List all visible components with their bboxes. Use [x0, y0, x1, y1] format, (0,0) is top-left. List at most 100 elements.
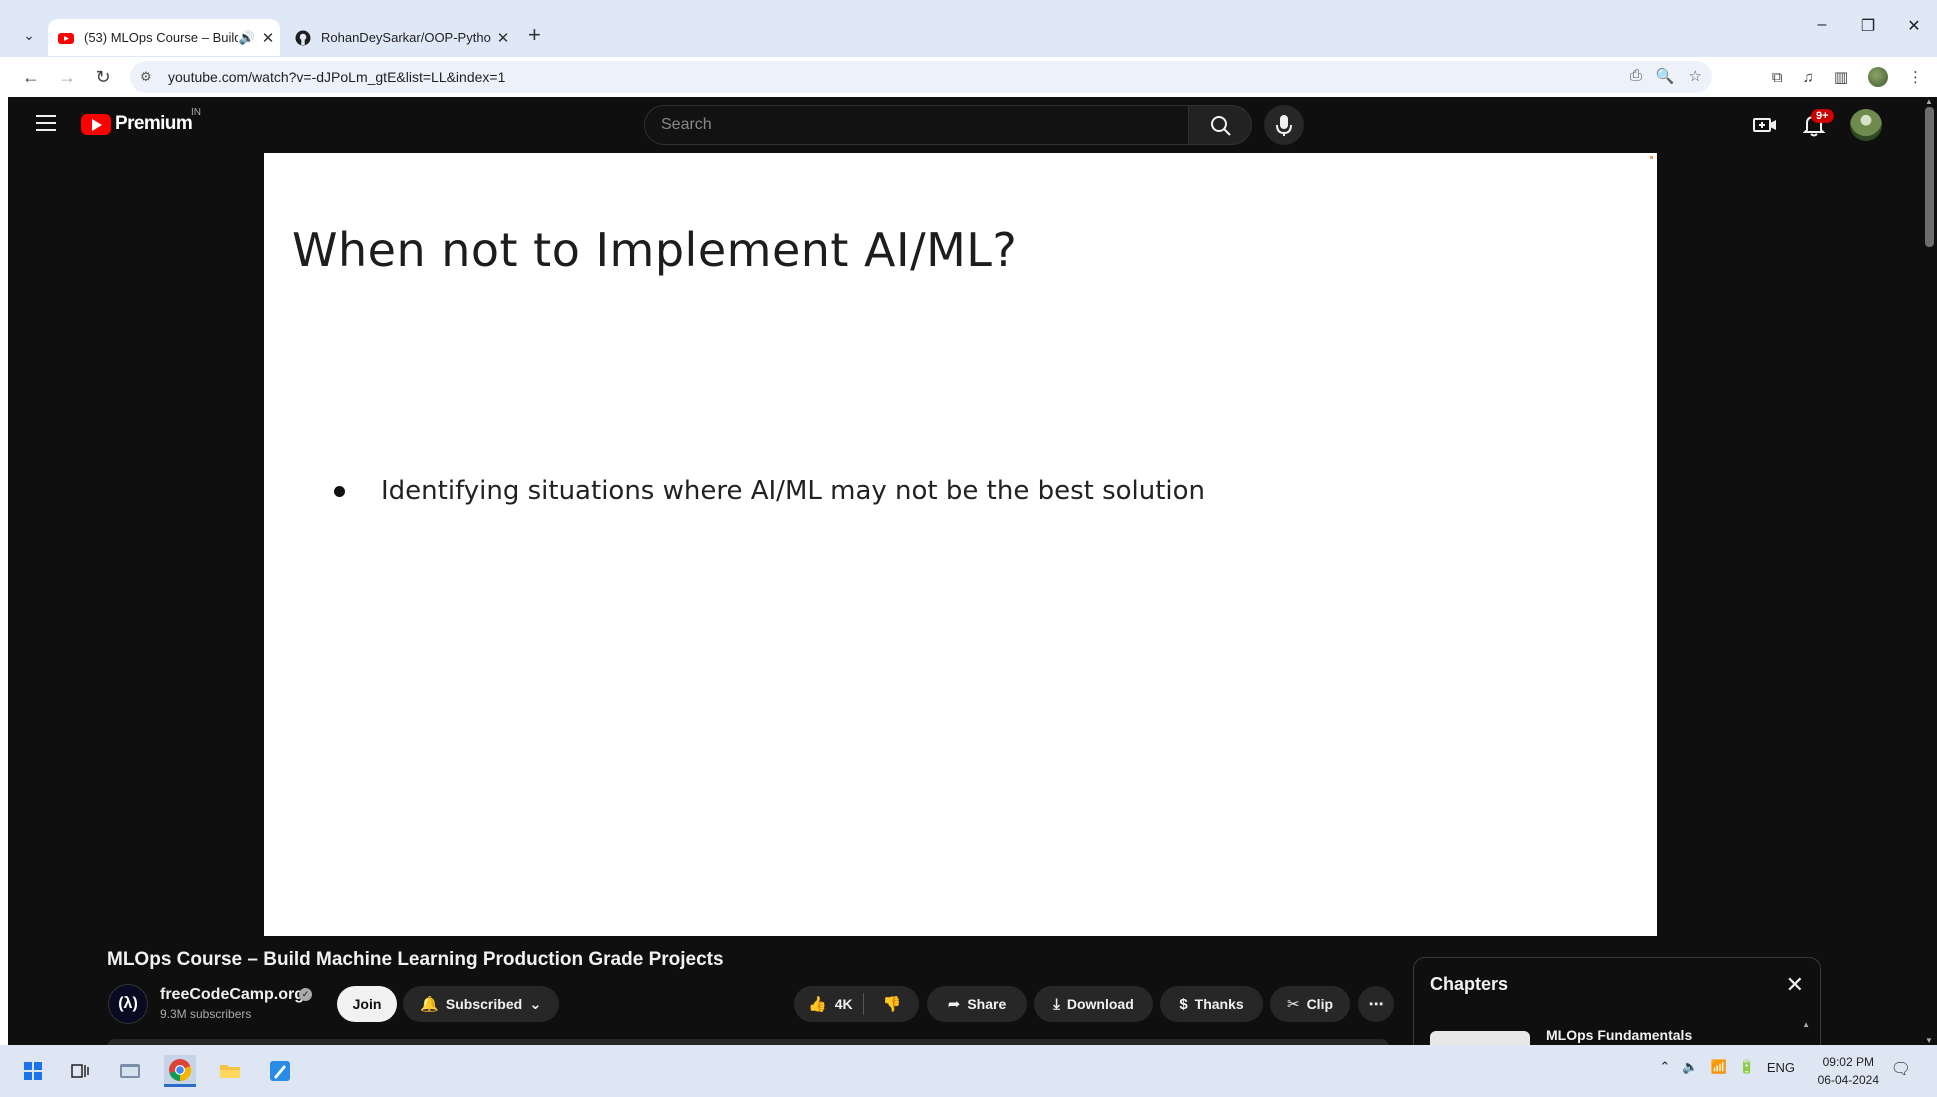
profile-avatar[interactable]: [1868, 67, 1888, 87]
dislike-button[interactable]: 👎: [871, 995, 902, 1013]
youtube-logo[interactable]: Premium IN: [81, 107, 201, 135]
share-button[interactable]: ➦ Share: [927, 986, 1027, 1022]
youtube-play-logo-icon: [81, 113, 111, 135]
slide-bullet: Identifying situations where AI/ML may n…: [334, 476, 1205, 506]
download-button[interactable]: ⤓ Download: [1034, 986, 1153, 1022]
app-window-icon: [120, 1064, 140, 1078]
verified-check-icon: ✓: [299, 988, 312, 1001]
restore-icon[interactable]: ❐: [1845, 16, 1891, 36]
taskbar-app-file-explorer[interactable]: [214, 1055, 246, 1087]
more-horizontal-icon: ⋯: [1368, 996, 1384, 1013]
site-info-icon[interactable]: ⚙: [140, 69, 160, 85]
channel-name[interactable]: freeCodeCamp.org: [160, 986, 304, 1004]
youtube-masthead: Premium IN 9+: [8, 97, 1921, 153]
like-dislike-group: 👍 4K 👎: [794, 986, 919, 1022]
tab-search-chevron-icon[interactable]: ⌄: [18, 24, 40, 46]
subscriber-count: 9.3M subscribers: [160, 1007, 252, 1021]
thumbs-up-icon: 👍: [808, 996, 827, 1013]
tab-title: RohanDeySarkar/OOP-Python: [321, 30, 491, 45]
window-controls: – ❐ ✕: [1799, 16, 1937, 36]
media-controls-icon[interactable]: ♫: [1803, 69, 1814, 86]
taskbar-app-explorer-pinned[interactable]: [114, 1055, 146, 1087]
browser-tab-strip: ⌄ (53) MLOps Course – Build 🔊 ✕ RohanDey…: [0, 0, 1937, 57]
search-button[interactable]: [1188, 105, 1252, 145]
youtube-favicon-icon: [58, 32, 74, 44]
zoom-icon[interactable]: 🔍: [1656, 67, 1675, 85]
new-tab-plus-icon[interactable]: +: [528, 24, 541, 46]
forward-arrow-icon[interactable]: →: [55, 65, 79, 89]
video-camera-plus-icon: [1753, 118, 1776, 132]
chapters-panel: Chapters ✕ ▲ MLOps Fundamentals: [1413, 957, 1821, 1045]
voice-search-button[interactable]: [1264, 105, 1304, 145]
scroll-down-arrow-icon[interactable]: ▼: [1925, 1036, 1933, 1045]
github-favicon-icon: [295, 30, 311, 45]
taskbar-app-paint[interactable]: [264, 1055, 296, 1087]
task-view-button[interactable]: [64, 1055, 96, 1087]
youtube-page: Premium IN 9+ When not to Implement AI/M…: [8, 97, 1937, 1045]
share-arrow-icon: ➦: [947, 996, 961, 1013]
reload-icon[interactable]: ↻: [91, 65, 115, 89]
close-icon[interactable]: ✕: [491, 29, 515, 47]
language-indicator[interactable]: ENG: [1767, 1060, 1795, 1075]
account-avatar[interactable]: [1850, 109, 1882, 141]
scrollbar-thumb[interactable]: [1925, 107, 1934, 247]
close-icon[interactable]: ✕: [256, 29, 280, 47]
tab-github[interactable]: RohanDeySarkar/OOP-Python ✕: [285, 19, 515, 56]
audio-playing-icon[interactable]: 🔊: [238, 30, 256, 46]
windows-logo-icon: [24, 1062, 42, 1080]
kebab-menu-icon[interactable]: ⋮: [1908, 68, 1923, 86]
clip-button[interactable]: ✂ Clip: [1270, 986, 1350, 1022]
page-scrollbar[interactable]: ▲ ▼: [1921, 97, 1937, 1045]
clip-label: Clip: [1306, 996, 1334, 1012]
microphone-icon: [1276, 115, 1292, 136]
join-label: Join: [352, 996, 382, 1012]
start-button[interactable]: [17, 1055, 49, 1087]
bell-icon: 🔔: [420, 996, 439, 1013]
volume-icon[interactable]: 🔈: [1682, 1059, 1698, 1075]
chevron-down-icon: ⌄: [529, 996, 542, 1013]
scroll-up-arrow-icon[interactable]: ▲: [1925, 97, 1933, 106]
windows-taskbar: ⌃ 🔈 📶 🔋 ENG 09:02 PM 06-04-2024 🗨: [0, 1045, 1937, 1097]
search-icon: [1211, 116, 1231, 136]
like-count: 4K: [834, 996, 853, 1012]
video-player[interactable]: When not to Implement AI/ML? Identifying…: [264, 153, 1657, 936]
scroll-up-arrow-icon[interactable]: ▲: [1802, 1020, 1810, 1029]
battery-icon[interactable]: 🔋: [1739, 1059, 1755, 1075]
more-actions-button[interactable]: ⋯: [1358, 986, 1394, 1022]
chapter-title[interactable]: MLOps Fundamentals: [1546, 1027, 1692, 1043]
download-label: Download: [1066, 996, 1134, 1012]
channel-avatar[interactable]: (λ): [108, 984, 148, 1024]
hamburger-menu-icon[interactable]: [36, 115, 56, 131]
action-center-icon[interactable]: 🗨: [1891, 1059, 1911, 1079]
tab-youtube[interactable]: (53) MLOps Course – Build 🔊 ✕: [48, 19, 280, 56]
logo-country-code: IN: [191, 107, 201, 118]
install-app-icon[interactable]: ⎙: [1630, 67, 1642, 85]
close-icon[interactable]: ✕: [1786, 972, 1804, 998]
side-panel-icon[interactable]: ▥: [1834, 68, 1848, 86]
search-input[interactable]: [645, 106, 1188, 144]
minimize-icon[interactable]: –: [1799, 16, 1845, 36]
task-view-icon: [71, 1064, 89, 1078]
thanks-button[interactable]: $ Thanks: [1160, 986, 1263, 1022]
thumbs-down-icon: 👎: [882, 996, 902, 1013]
wifi-icon[interactable]: 📶: [1710, 1059, 1726, 1075]
join-button[interactable]: Join: [337, 986, 397, 1022]
search-box[interactable]: [644, 105, 1189, 145]
back-arrow-icon[interactable]: ←: [19, 65, 43, 89]
create-video-button[interactable]: [1752, 112, 1778, 138]
address-bar[interactable]: ⚙ youtube.com/watch?v=-dJPoLm_gtE&list=L…: [130, 61, 1712, 93]
chevron-up-icon[interactable]: ⌃: [1659, 1059, 1670, 1075]
bullet-dot-icon: [334, 485, 345, 497]
chapter-thumbnail[interactable]: [1430, 1031, 1530, 1045]
taskbar-app-chrome[interactable]: [164, 1055, 196, 1087]
close-window-icon[interactable]: ✕: [1891, 16, 1937, 36]
bookmark-star-icon[interactable]: ☆: [1689, 67, 1702, 85]
like-button[interactable]: 👍 4K: [794, 993, 864, 1015]
share-label: Share: [967, 996, 1007, 1012]
extensions-puzzle-icon[interactable]: ⧉: [1772, 69, 1783, 86]
chrome-icon: [169, 1058, 192, 1081]
subscribed-button[interactable]: 🔔 Subscribed ⌄: [403, 986, 559, 1022]
notification-count-badge: 9+: [1811, 109, 1834, 123]
clock[interactable]: 09:02 PM 06-04-2024: [1818, 1053, 1879, 1089]
url-text[interactable]: youtube.com/watch?v=-dJPoLm_gtE&list=LL&…: [168, 69, 505, 85]
